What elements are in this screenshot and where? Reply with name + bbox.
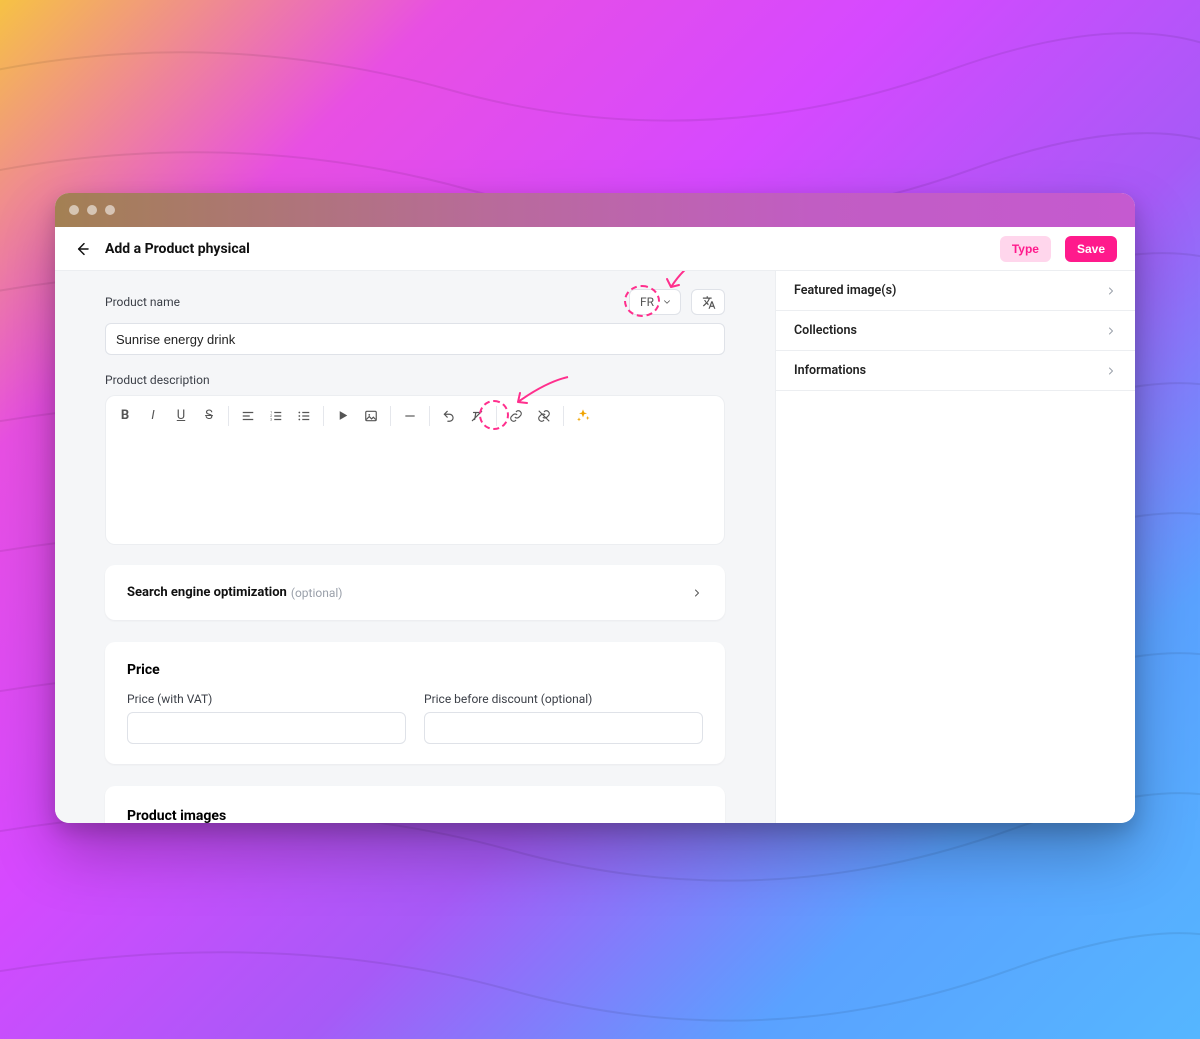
chevron-down-icon: [662, 297, 672, 307]
video-button[interactable]: [330, 403, 356, 429]
back-arrow-icon[interactable]: [73, 240, 91, 258]
chevron-right-icon: [1105, 325, 1117, 337]
italic-button[interactable]: I: [140, 403, 166, 429]
image-icon: [364, 409, 378, 423]
sidebar-item-label: Collections: [794, 323, 857, 338]
page-title: Add a Product physical: [105, 241, 250, 257]
undo-icon: [442, 409, 456, 423]
image-button[interactable]: [358, 403, 384, 429]
svg-text:3: 3: [270, 417, 272, 421]
underline-button[interactable]: U: [168, 403, 194, 429]
chevron-right-icon: [1105, 365, 1117, 377]
translate-icon: [701, 295, 716, 310]
clear-format-button[interactable]: [464, 403, 490, 429]
bullet-list-icon: [297, 409, 311, 423]
ordered-list-button[interactable]: 123: [263, 403, 289, 429]
editor-toolbar: B I U S 123: [105, 395, 725, 435]
chevron-right-icon: [691, 587, 703, 599]
product-images-card: Product images: [105, 786, 725, 823]
window-dot: [69, 205, 79, 215]
sparkle-icon: [575, 408, 591, 424]
language-value: FR: [640, 295, 654, 309]
bold-button[interactable]: B: [112, 403, 138, 429]
main-content-scroll[interactable]: Product name FR Product description: [55, 271, 775, 823]
price-heading: Price: [127, 662, 703, 678]
seo-card[interactable]: Search engine optimization (optional): [105, 565, 725, 620]
language-select[interactable]: FR: [629, 289, 681, 315]
ordered-list-icon: 123: [269, 409, 283, 423]
product-images-heading: Product images: [127, 808, 703, 823]
align-icon: [241, 409, 255, 423]
ai-generate-button[interactable]: [570, 403, 596, 429]
sidebar-item-label: Informations: [794, 363, 866, 378]
window-dot: [87, 205, 97, 215]
divider-button[interactable]: [397, 403, 423, 429]
price-vat-input[interactable]: [127, 712, 406, 744]
window-titlebar: [55, 193, 1135, 227]
seo-title: Search engine optimization: [127, 585, 287, 600]
price-vat-label: Price (with VAT): [127, 692, 406, 706]
right-sidebar: Featured image(s) Collections Informatio…: [775, 271, 1135, 823]
play-icon: [337, 409, 350, 422]
clear-format-icon: [470, 409, 484, 423]
sidebar-item-featured-images[interactable]: Featured image(s): [776, 271, 1135, 311]
name-description-section: Product name FR Product description: [105, 289, 725, 565]
browser-window: Add a Product physical Type Save Product…: [55, 193, 1135, 823]
translate-button[interactable]: [691, 289, 725, 315]
product-description-label: Product description: [105, 373, 725, 387]
window-dot: [105, 205, 115, 215]
save-button[interactable]: Save: [1065, 236, 1117, 262]
align-button[interactable]: [235, 403, 261, 429]
minus-icon: [403, 409, 417, 423]
price-before-input[interactable]: [424, 712, 703, 744]
page-header: Add a Product physical Type Save: [55, 227, 1135, 271]
product-name-input[interactable]: [105, 323, 725, 355]
type-button[interactable]: Type: [1000, 236, 1051, 262]
bullet-list-button[interactable]: [291, 403, 317, 429]
undo-button[interactable]: [436, 403, 462, 429]
price-before-label: Price before discount (optional): [424, 692, 703, 706]
price-card: Price Price (with VAT) Price before disc…: [105, 642, 725, 764]
product-name-label: Product name: [105, 295, 619, 309]
sidebar-item-label: Featured image(s): [794, 283, 896, 298]
description-editor[interactable]: [105, 435, 725, 545]
unlink-icon: [537, 409, 551, 423]
seo-optional: (optional): [291, 586, 343, 600]
link-button[interactable]: [503, 403, 529, 429]
unlink-button[interactable]: [531, 403, 557, 429]
sidebar-item-informations[interactable]: Informations: [776, 351, 1135, 391]
sidebar-item-collections[interactable]: Collections: [776, 311, 1135, 351]
chevron-right-icon: [1105, 285, 1117, 297]
strike-button[interactable]: S: [196, 403, 222, 429]
link-icon: [509, 409, 523, 423]
